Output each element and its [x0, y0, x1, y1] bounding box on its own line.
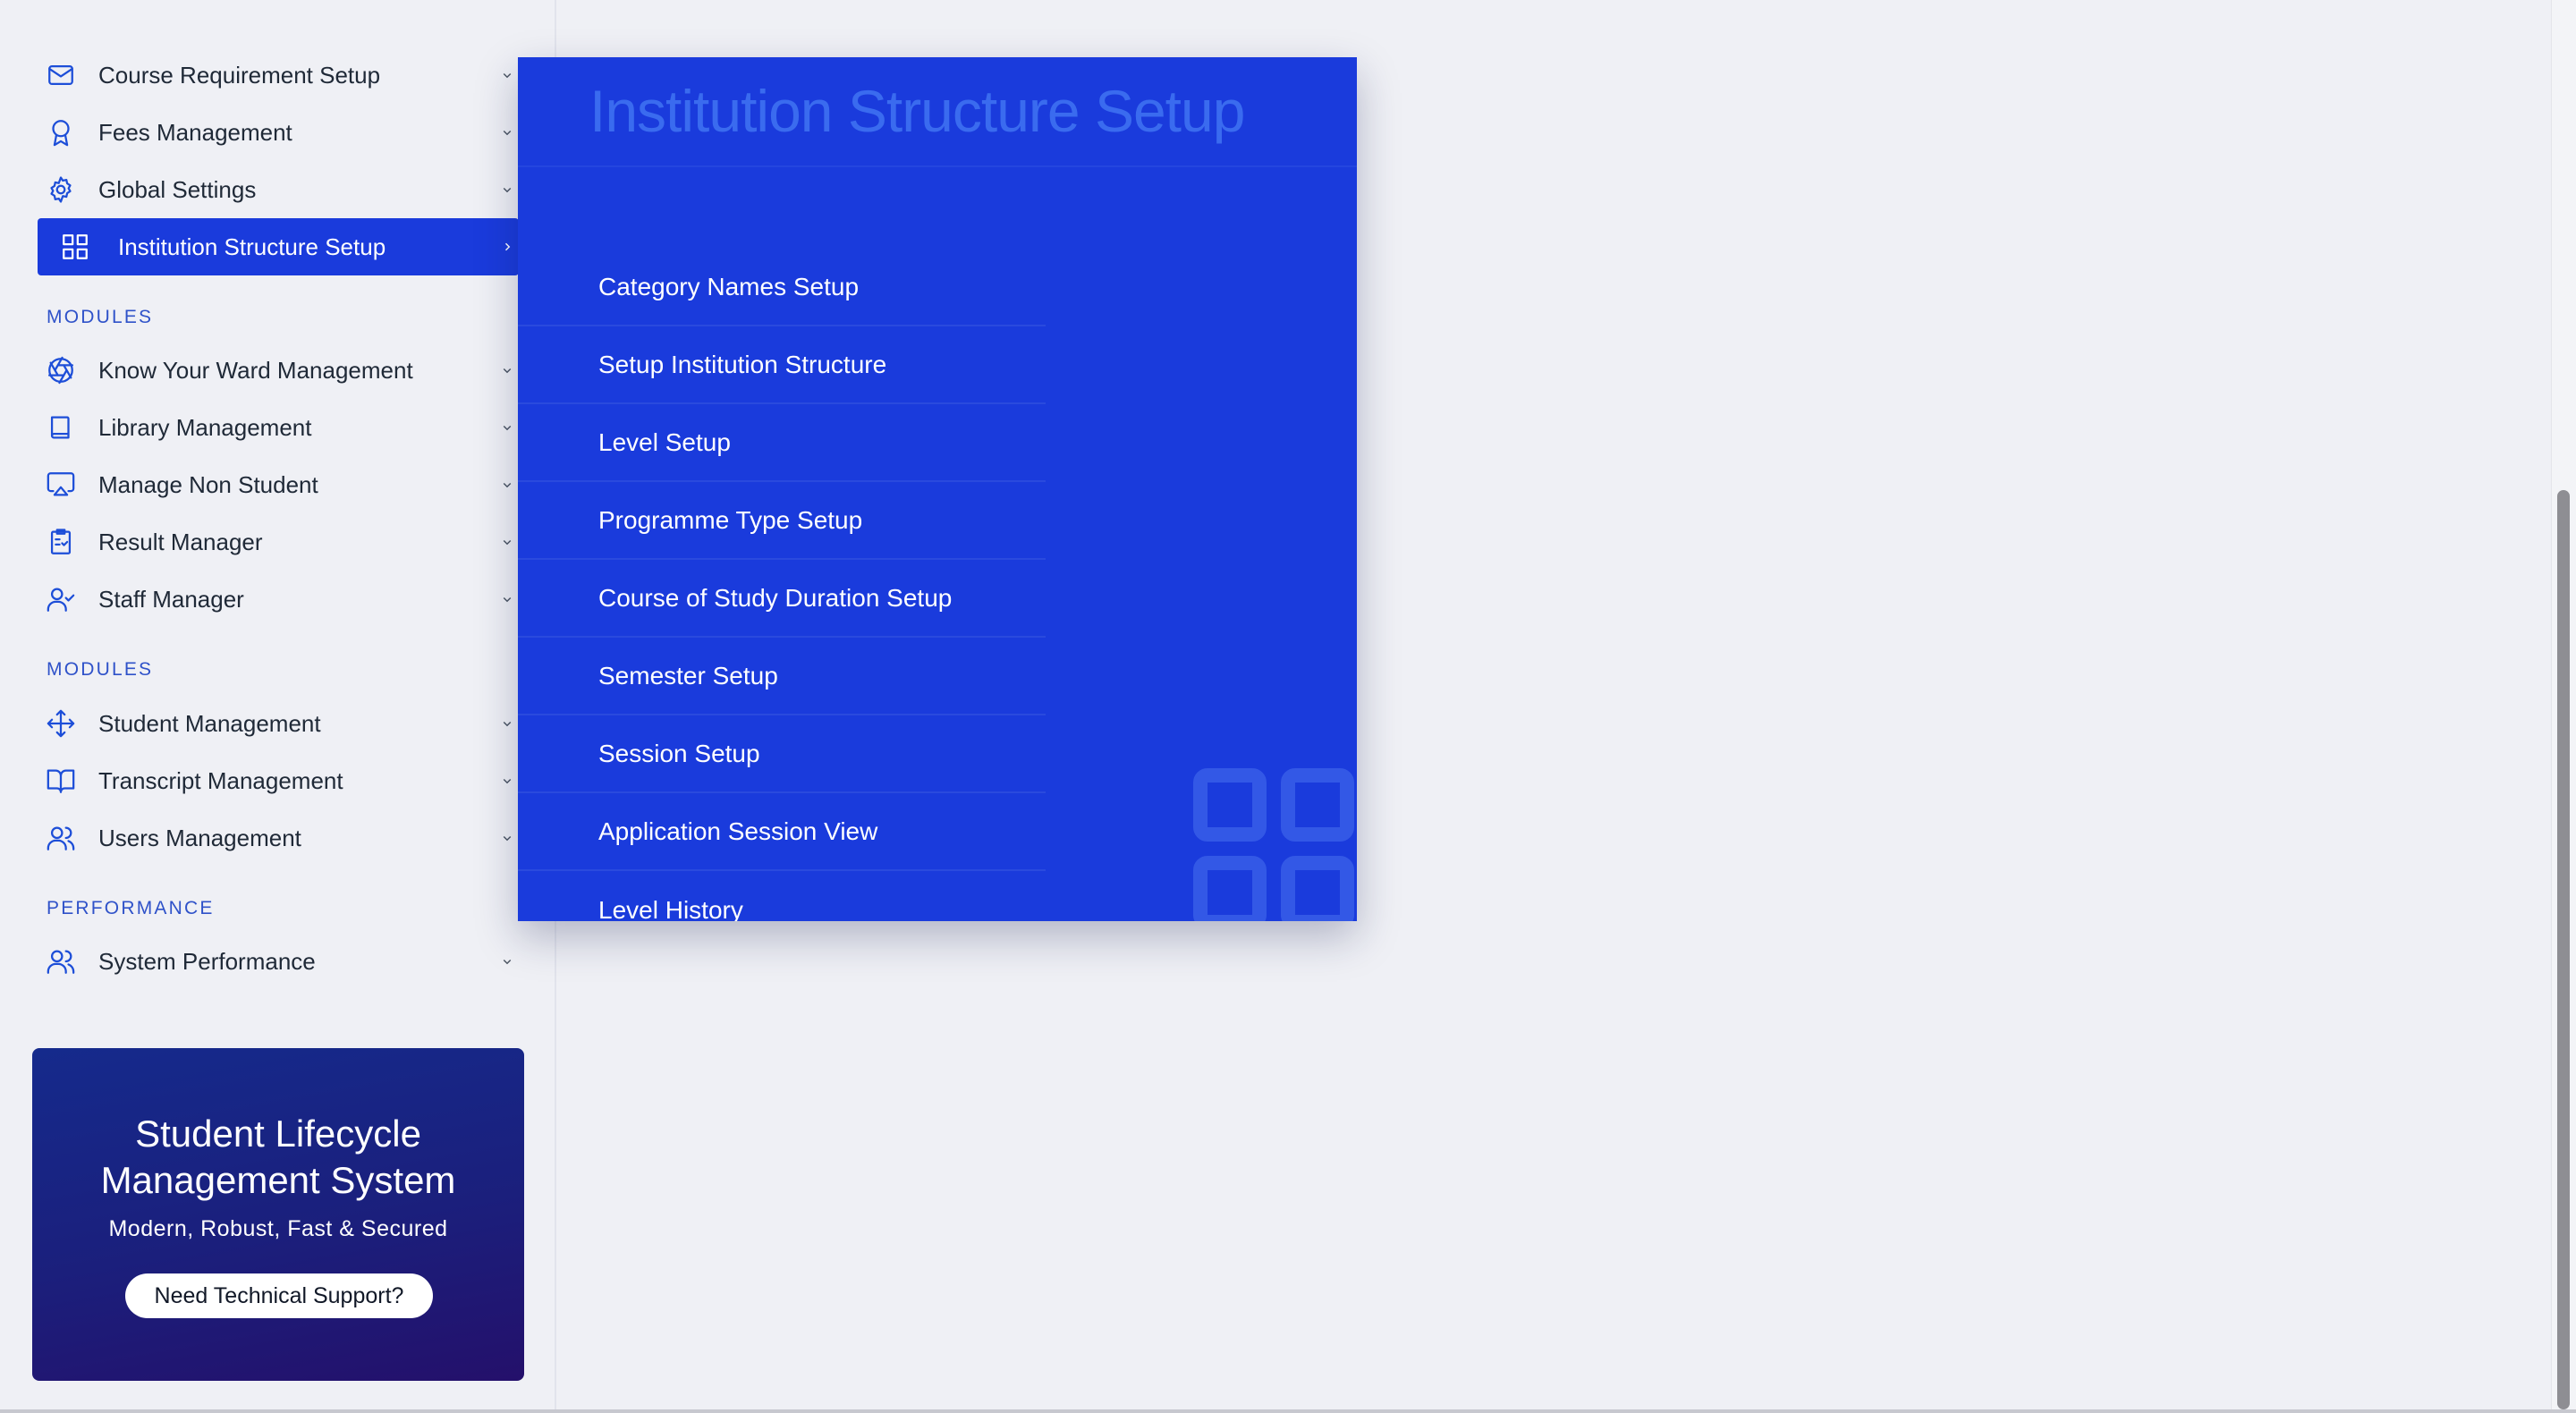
sidebar-item-label: Transcript Management: [98, 766, 343, 794]
section-label-performance: PERFORMANCE: [47, 898, 215, 918]
submenu-item-programme-type-setup[interactable]: Programme Type Setup: [518, 482, 1046, 560]
sidebar-item-label: Fees Management: [98, 118, 292, 146]
chevron-right-icon: [496, 235, 519, 258]
submenu-item-level-history[interactable]: Level History: [518, 871, 1046, 922]
aperture-icon: [45, 354, 77, 386]
sidebar-item-label: Library Management: [98, 413, 312, 441]
chevron-down-icon: [496, 826, 519, 850]
chevron-down-icon: [496, 769, 519, 792]
grid-icon: [59, 231, 91, 263]
institution-structure-flyout: Institution Structure Setup Category Nam…: [518, 57, 1357, 921]
users-icon: [45, 822, 77, 854]
promo-title: Student Lifecycle Management System: [32, 1111, 524, 1204]
move-icon: [45, 707, 77, 740]
sidebar-item-label: System Performance: [98, 947, 316, 975]
book-open-icon: [45, 765, 77, 797]
submenu-item-semester-setup[interactable]: Semester Setup: [518, 638, 1046, 715]
sidebar-item-label: Users Management: [98, 824, 301, 851]
sidebar-item-manage-non-student[interactable]: Manage Non Student: [38, 456, 519, 513]
chevron-down-icon: [496, 121, 519, 144]
chevron-down-icon: [496, 588, 519, 611]
submenu-item-session-setup[interactable]: Session Setup: [518, 715, 1046, 793]
chevron-down-icon: [496, 473, 519, 496]
chevron-down-icon: [496, 530, 519, 554]
sidebar-item-label: Student Management: [98, 709, 321, 737]
clipboard-check-icon: [45, 526, 77, 558]
promo-title-line-1: Student Lifecycle: [135, 1113, 421, 1155]
mail-icon: [45, 59, 77, 91]
chevron-down-icon: [496, 63, 519, 87]
sidebar-item-library-management[interactable]: Library Management: [38, 399, 519, 456]
promo-title-line-2: Management System: [100, 1159, 456, 1201]
sidebar-item-label: Global Settings: [98, 175, 257, 203]
submenu-item-category-names-setup[interactable]: Category Names Setup: [518, 249, 1046, 326]
sidebar-item-label: Course Requirement Setup: [98, 61, 381, 89]
promo-card: Student Lifecycle Management System Mode…: [32, 1048, 524, 1381]
technical-support-button[interactable]: Need Technical Support?: [125, 1273, 433, 1318]
award-icon: [45, 116, 77, 148]
scrollbar-thumb[interactable]: [2557, 490, 2570, 1409]
sidebar-item-label: Staff Manager: [98, 585, 244, 613]
chevron-down-icon: [496, 359, 519, 382]
sidebar-item-result-manager[interactable]: Result Manager: [38, 513, 519, 571]
grid-icon: [1193, 768, 1357, 921]
chevron-down-icon: [496, 416, 519, 439]
submenu-item-setup-institution-structure[interactable]: Setup Institution Structure: [518, 326, 1046, 404]
users-icon: [45, 945, 77, 977]
submenu-item-application-session-view[interactable]: Application Session View: [518, 793, 1046, 871]
sidebar-item-label: Know Your Ward Management: [98, 356, 413, 384]
sidebar-item-know-your-ward-management[interactable]: Know Your Ward Management: [38, 342, 519, 399]
sidebar-item-fees-management[interactable]: Fees Management: [38, 104, 519, 161]
sidebar-item-student-management[interactable]: Student Management: [38, 695, 519, 752]
sidebar-item-institution-structure-setup[interactable]: Institution Structure Setup: [38, 218, 519, 275]
sidebar-item-global-settings[interactable]: Global Settings: [38, 161, 519, 218]
chevron-down-icon: [496, 178, 519, 201]
sidebar-item-users-management[interactable]: Users Management: [38, 809, 519, 867]
chevron-down-icon: [496, 712, 519, 735]
section-label-modules: MODULES: [47, 659, 154, 680]
flyout-title: Institution Structure Setup: [589, 78, 1245, 144]
chevron-down-icon: [496, 950, 519, 973]
sidebar-item-transcript-management[interactable]: Transcript Management: [38, 752, 519, 809]
sidebar-item-system-performance[interactable]: System Performance: [38, 933, 519, 990]
submenu-item-course-of-study-duration-setup[interactable]: Course of Study Duration Setup: [518, 560, 1046, 638]
promo-subtitle: Modern, Robust, Fast & Secured: [108, 1216, 448, 1241]
sidebar: Course Requirement Setup Fees Management…: [0, 0, 556, 1413]
flyout-divider: [518, 165, 1357, 167]
sidebar-item-label: Result Manager: [98, 528, 263, 555]
sidebar-item-label: Institution Structure Setup: [118, 233, 386, 260]
gear-icon: [45, 173, 77, 206]
book-icon: [45, 411, 77, 444]
submenu-item-level-setup[interactable]: Level Setup: [518, 404, 1046, 482]
user-check-icon: [45, 583, 77, 615]
section-label-modules: MODULES: [47, 307, 154, 327]
window-bottom-edge: [0, 1409, 2576, 1413]
airplay-icon: [45, 469, 77, 501]
sidebar-item-staff-manager[interactable]: Staff Manager: [38, 571, 519, 628]
sidebar-item-label: Manage Non Student: [98, 470, 318, 498]
sidebar-item-course-requirement-setup[interactable]: Course Requirement Setup: [38, 47, 519, 104]
